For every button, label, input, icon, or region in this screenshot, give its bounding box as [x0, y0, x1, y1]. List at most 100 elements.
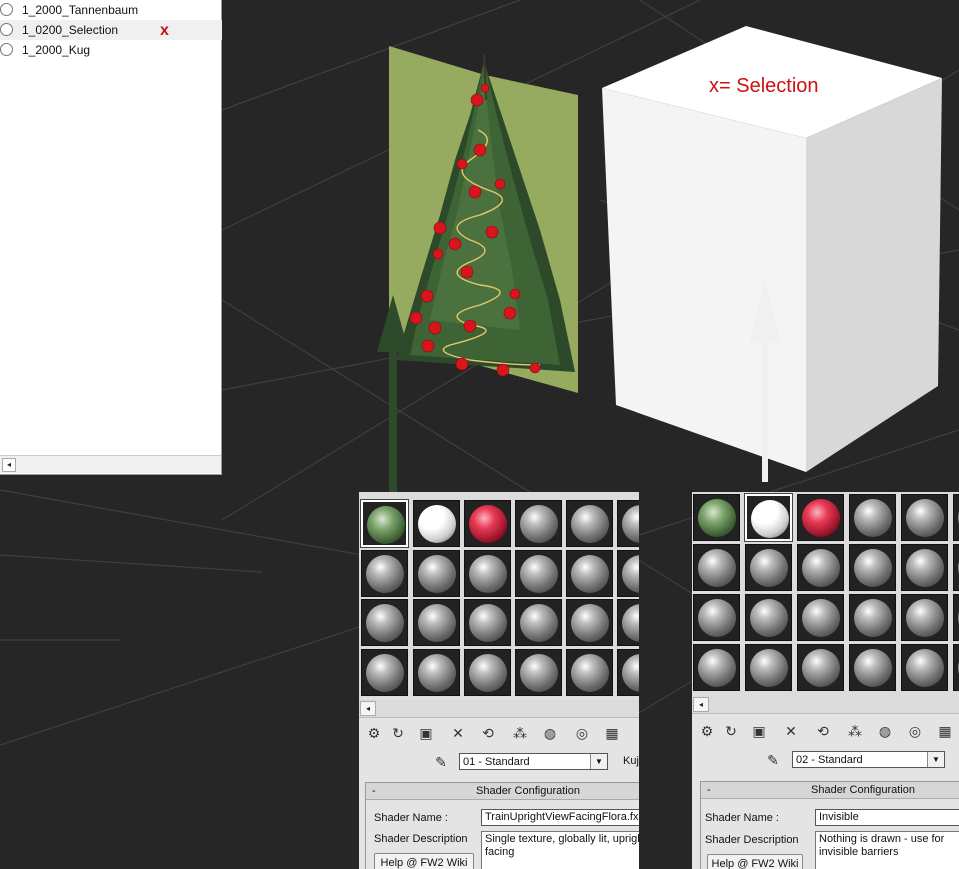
- material-slot[interactable]: [849, 544, 896, 591]
- material-type-button[interactable]: Kuj: [623, 753, 639, 770]
- material-slot[interactable]: [464, 649, 511, 696]
- material-slot[interactable]: [797, 644, 844, 691]
- slot-scrollbar[interactable]: ◂: [692, 695, 959, 714]
- material-slot[interactable]: [464, 599, 511, 646]
- sphere-icon: [854, 549, 892, 587]
- material-editor-left[interactable]: ◂ ⚙ ↻ ▣ ✕ ⟲ ⁂ ◍ ◎ ▦ ✎ 01 - Standard ▼ Ku…: [359, 492, 639, 869]
- collapse-icon[interactable]: -: [707, 782, 711, 798]
- layer-item-selection[interactable]: 1_0200_Selection: [0, 20, 222, 40]
- material-slot[interactable]: [953, 494, 959, 541]
- material-slot[interactable]: [745, 594, 792, 641]
- material-slot[interactable]: [515, 649, 562, 696]
- delete-icon[interactable]: ✕: [449, 724, 467, 742]
- slot-scrollbar[interactable]: ◂: [359, 699, 639, 718]
- shader-name-field[interactable]: TrainUprightViewFacingFlora.fx: [481, 809, 639, 826]
- material-slot[interactable]: [361, 599, 408, 646]
- material-slot[interactable]: [901, 494, 948, 541]
- help-wiki-button[interactable]: Help @ FW2 Wiki: [374, 853, 474, 869]
- scroll-left-icon[interactable]: ◂: [2, 458, 16, 472]
- material-name-dropdown[interactable]: 02 - Standard ▼: [792, 751, 945, 768]
- make-unique-icon[interactable]: ⟲: [814, 722, 832, 740]
- scroll-left-icon[interactable]: ◂: [693, 697, 709, 712]
- material-slot[interactable]: [901, 644, 948, 691]
- material-slot[interactable]: [566, 550, 613, 597]
- material-slot[interactable]: [566, 500, 613, 547]
- material-slot[interactable]: [515, 550, 562, 597]
- eyedropper-icon[interactable]: ✎: [432, 753, 450, 771]
- material-id-icon[interactable]: ◍: [876, 722, 894, 740]
- delete-icon[interactable]: ✕: [782, 722, 800, 740]
- material-slot[interactable]: [361, 649, 408, 696]
- radio-icon[interactable]: [0, 43, 13, 56]
- sphere-icon: [520, 654, 558, 692]
- assign-material-icon[interactable]: ▣: [417, 724, 435, 742]
- material-slot[interactable]: [413, 649, 460, 696]
- layer-list-panel[interactable]: 1_2000_Tannenbaum 1_0200_Selection 1_200…: [0, 0, 222, 475]
- material-slot[interactable]: [360, 499, 409, 548]
- material-slot[interactable]: [566, 649, 613, 696]
- material-slot[interactable]: [515, 500, 562, 547]
- material-slot[interactable]: [464, 500, 511, 547]
- material-slot[interactable]: [464, 550, 511, 597]
- material-slot[interactable]: [413, 599, 460, 646]
- material-name-dropdown[interactable]: 01 - Standard ▼: [459, 753, 608, 770]
- shader-name-field[interactable]: Invisible: [815, 809, 959, 826]
- show-in-viewport-icon[interactable]: ◎: [573, 724, 591, 742]
- material-slot[interactable]: [566, 599, 613, 646]
- material-slot[interactable]: [617, 550, 639, 597]
- rollout-header[interactable]: - Shader Configuration: [701, 782, 959, 799]
- material-slot[interactable]: [953, 644, 959, 691]
- material-slot-grid: [692, 492, 959, 698]
- radio-icon[interactable]: [0, 23, 13, 36]
- layer-item-kug[interactable]: 1_2000_Kug: [0, 40, 222, 60]
- collapse-icon[interactable]: -: [372, 783, 376, 799]
- material-slot[interactable]: [901, 594, 948, 641]
- material-slot[interactable]: [693, 544, 740, 591]
- put-to-library-icon[interactable]: ⁂: [846, 722, 864, 740]
- layer-item-tannenbaum[interactable]: 1_2000_Tannenbaum: [0, 0, 222, 20]
- material-slot[interactable]: [797, 544, 844, 591]
- material-slot[interactable]: [617, 500, 639, 547]
- eyedropper-icon[interactable]: ✎: [764, 751, 782, 769]
- assign-material-icon[interactable]: ▣: [750, 722, 768, 740]
- material-slot[interactable]: [515, 599, 562, 646]
- material-slot[interactable]: [745, 544, 792, 591]
- material-slot[interactable]: [693, 644, 740, 691]
- material-id-icon[interactable]: ◍: [541, 724, 559, 742]
- chevron-down-icon[interactable]: ▼: [927, 752, 944, 767]
- put-to-scene-icon[interactable]: ↻: [722, 722, 740, 740]
- material-slot[interactable]: [744, 493, 793, 542]
- background-icon[interactable]: ▦: [936, 722, 954, 740]
- material-slot[interactable]: [413, 550, 460, 597]
- get-material-icon[interactable]: ⚙: [365, 724, 383, 742]
- put-to-library-icon[interactable]: ⁂: [511, 724, 529, 742]
- material-slot[interactable]: [797, 594, 844, 641]
- material-slot[interactable]: [901, 544, 948, 591]
- material-slot[interactable]: [953, 594, 959, 641]
- material-slot[interactable]: [413, 500, 460, 547]
- material-slot[interactable]: [617, 599, 639, 646]
- material-slot[interactable]: [745, 644, 792, 691]
- help-wiki-button[interactable]: Help @ FW2 Wiki: [707, 854, 803, 869]
- put-to-scene-icon[interactable]: ↻: [389, 724, 407, 742]
- material-slot[interactable]: [693, 594, 740, 641]
- radio-icon[interactable]: [0, 3, 13, 16]
- scroll-left-icon[interactable]: ◂: [360, 701, 376, 716]
- chevron-down-icon[interactable]: ▼: [590, 754, 607, 769]
- material-slot[interactable]: [797, 494, 844, 541]
- horizontal-scrollbar[interactable]: ◂: [0, 455, 221, 473]
- shader-description-label: Shader Description: [374, 833, 468, 845]
- make-unique-icon[interactable]: ⟲: [479, 724, 497, 742]
- rollout-header[interactable]: - Shader Configuration: [366, 783, 639, 800]
- material-slot[interactable]: [953, 544, 959, 591]
- get-material-icon[interactable]: ⚙: [698, 722, 716, 740]
- material-slot[interactable]: [849, 594, 896, 641]
- material-slot[interactable]: [617, 649, 639, 696]
- background-icon[interactable]: ▦: [603, 724, 621, 742]
- material-slot[interactable]: [849, 644, 896, 691]
- material-slot[interactable]: [361, 550, 408, 597]
- material-editor-right[interactable]: ◂ ⚙ ↻ ▣ ✕ ⟲ ⁂ ◍ ◎ ▦ ✎ 02 - Standard ▼ - …: [692, 492, 959, 869]
- show-in-viewport-icon[interactable]: ◎: [906, 722, 924, 740]
- material-slot[interactable]: [849, 494, 896, 541]
- material-slot[interactable]: [693, 494, 740, 541]
